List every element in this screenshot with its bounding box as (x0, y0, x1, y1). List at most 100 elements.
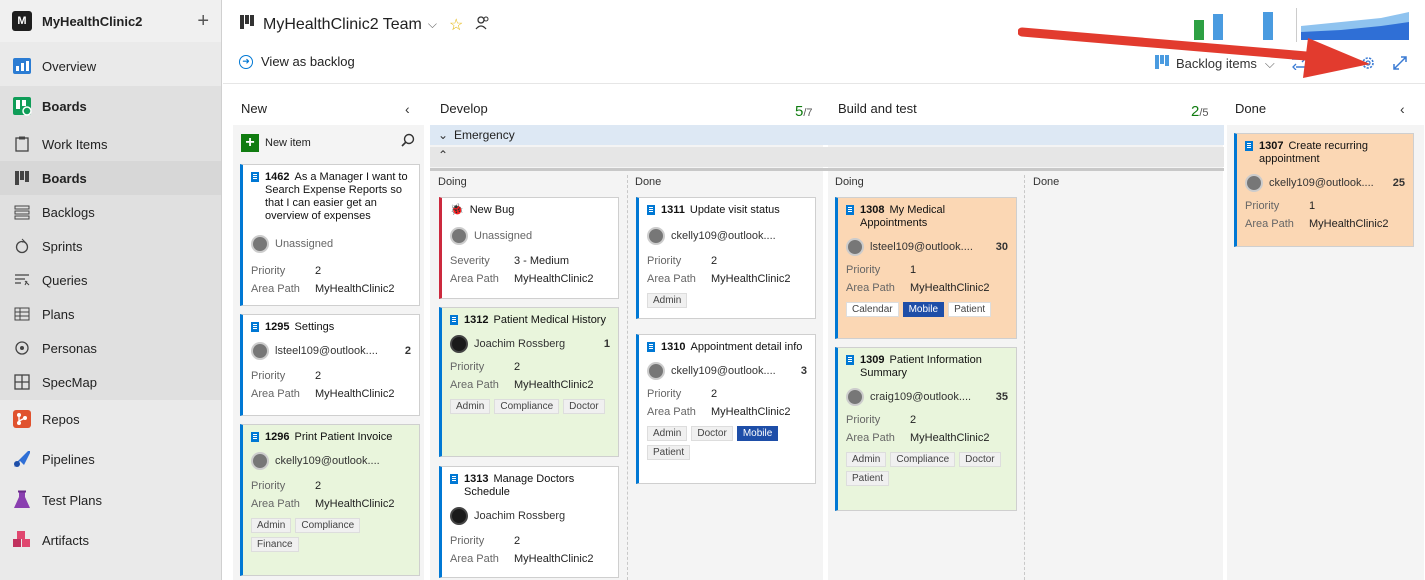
nav-work-items-label: Work Items (42, 136, 108, 152)
nav-test-plans[interactable]: Test Plans (0, 483, 221, 517)
card-assignee[interactable]: ckelly109@outlook.... (671, 365, 776, 377)
team-members-icon[interactable] (475, 15, 491, 34)
swimlane-emergency[interactable]: ⌄ Emergency (430, 125, 1224, 145)
nav-queries[interactable]: Queries (0, 264, 221, 296)
card-1308[interactable]: 1308 My Medical Appointments lsteel109@ou… (835, 197, 1017, 339)
column-done-header[interactable]: Done (1235, 101, 1266, 116)
collapse-left-icon[interactable]: ‹ (405, 101, 410, 117)
team-name[interactable]: MyHealthClinic2 Team (263, 16, 422, 34)
card-title[interactable]: Print Patient Invoice (294, 431, 392, 443)
nav-repos[interactable]: Repos (0, 402, 221, 436)
card-estimate: 3 (800, 365, 807, 377)
backlog-icon (14, 204, 30, 220)
priority-label: Priority (647, 388, 682, 400)
tag[interactable]: Patient (647, 445, 691, 460)
nav-artifacts[interactable]: Artifacts (0, 523, 221, 557)
card-assignee[interactable]: craig109@outlook.... (870, 391, 971, 403)
severity-label: Severity (450, 255, 490, 267)
card-area: MyHealthClinic2 (1309, 218, 1389, 230)
card-assignee[interactable]: Joachim Rossberg (474, 338, 565, 350)
card-title[interactable]: Settings (294, 321, 334, 333)
tag[interactable]: Doctor (691, 426, 733, 441)
tag[interactable]: Doctor (563, 399, 605, 414)
nav-pipelines[interactable]: Pipelines (0, 442, 221, 476)
org-logo[interactable]: M (12, 11, 32, 31)
card-area: MyHealthClinic2 (910, 282, 990, 294)
tag[interactable]: Compliance (494, 399, 560, 414)
backlog-item-icon (846, 355, 854, 365)
nav-backlogs[interactable]: Backlogs (0, 196, 221, 228)
card-assignee[interactable]: Unassigned (275, 238, 333, 250)
view-as-backlog-link[interactable]: ➜ View as backlog (239, 54, 355, 69)
card-assignee[interactable]: Unassigned (474, 230, 532, 242)
nav-boards[interactable]: Boards (0, 161, 221, 195)
column-new-header[interactable]: New (241, 101, 267, 116)
card-1313[interactable]: 1313 Manage Doctors Schedule Joachim Ross… (439, 466, 619, 578)
column-build-header[interactable]: Build and test (838, 101, 917, 116)
chevron-down-icon: ⌄ (438, 128, 449, 142)
priority-label: Priority (846, 264, 881, 276)
nav-specmap[interactable]: SpecMap (0, 366, 221, 398)
card-1307[interactable]: 1307 Create recurring appointment ckelly1… (1234, 133, 1414, 247)
priority-label: Priority (1245, 200, 1280, 212)
tag[interactable]: Admin (450, 399, 491, 414)
card-priority: 2 (910, 414, 917, 426)
area-path-label: Area Path (450, 273, 499, 285)
tag[interactable]: Admin (846, 452, 887, 467)
card-assignee[interactable]: ckelly109@outlook.... (671, 230, 776, 242)
tag[interactable]: Calendar (846, 302, 899, 317)
nav-work-items[interactable]: Work Items (0, 128, 221, 160)
chevron-down-icon[interactable]: ⌵ (428, 17, 437, 32)
add-icon[interactable]: + (197, 10, 209, 33)
tag[interactable]: Mobile (902, 302, 945, 317)
tag[interactable]: Admin (251, 518, 292, 533)
card-title[interactable]: Update visit status (690, 204, 780, 216)
new-item-button[interactable]: + New item (241, 134, 311, 152)
arrow-right-icon: ➜ (239, 54, 253, 69)
card-area: MyHealthClinic2 (514, 273, 594, 285)
card-assignee[interactable]: lsteel109@outlook.... (275, 345, 378, 357)
card-title[interactable]: New Bug (470, 204, 515, 217)
card-assignee[interactable]: ckelly109@outlook.... (275, 455, 380, 467)
tag[interactable]: Finance (251, 537, 299, 552)
swimlane-default[interactable]: ⌃ (430, 147, 1224, 167)
nav-overview[interactable]: Overview (0, 50, 221, 82)
card-assignee[interactable]: Joachim Rossberg (474, 510, 565, 522)
nav-personas[interactable]: Personas (0, 332, 221, 364)
card-title[interactable]: Appointment detail info (690, 341, 802, 353)
priority-label: Priority (450, 535, 485, 547)
card-1295[interactable]: 1295 Settings lsteel109@outlook.... 2 Prio… (240, 314, 420, 416)
nav-sprints[interactable]: Sprints (0, 230, 221, 262)
tag[interactable]: Admin (647, 426, 688, 441)
nav-plans[interactable]: Plans (0, 298, 221, 330)
avatar (647, 362, 665, 380)
org-name[interactable]: MyHealthClinic2 (42, 14, 142, 29)
card-1296[interactable]: 1296 Print Patient Invoice ckelly109@outl… (240, 424, 420, 576)
card-1312[interactable]: 1312 Patient Medical History Joachim Ross… (439, 307, 619, 457)
column-develop-header[interactable]: Develop (440, 101, 488, 116)
star-icon[interactable]: ☆ (449, 15, 463, 35)
collapse-left-icon[interactable]: ‹ (1400, 101, 1405, 117)
card-1309[interactable]: 1309 Patient Information Summary craig109… (835, 347, 1017, 511)
build-wip-count: 2/5 (1191, 103, 1209, 120)
tag[interactable]: Patient (948, 302, 992, 317)
card-title[interactable]: Patient Medical History (493, 314, 606, 326)
card-priority: 2 (514, 361, 521, 373)
nav-boards-group[interactable]: Boards (0, 90, 221, 122)
tag[interactable]: Admin (647, 293, 688, 308)
search-icon[interactable] (401, 133, 415, 150)
tag[interactable]: Patient (846, 471, 890, 486)
card-assignee[interactable]: ckelly109@outlook.... (1269, 177, 1374, 189)
tag[interactable]: Compliance (295, 518, 361, 533)
area-path-label: Area Path (647, 406, 696, 418)
nav-pipelines-label: Pipelines (42, 451, 95, 467)
card-1311[interactable]: 1311 Update visit status ckelly109@outloo… (636, 197, 816, 319)
card-assignee[interactable]: lsteel109@outlook.... (870, 241, 973, 253)
tag[interactable]: Doctor (959, 452, 1001, 467)
card-1462[interactable]: 1462 As a Manager I want to Search Expens… (240, 164, 420, 306)
tag[interactable]: Mobile (736, 426, 779, 441)
tag[interactable]: Compliance (890, 452, 956, 467)
fullscreen-icon[interactable] (1392, 55, 1408, 74)
card-new-bug[interactable]: 🐞 New Bug Unassigned Severity 3 - Medium A… (439, 197, 619, 299)
card-1310[interactable]: 1310 Appointment detail info ckelly109@ou… (636, 334, 816, 484)
